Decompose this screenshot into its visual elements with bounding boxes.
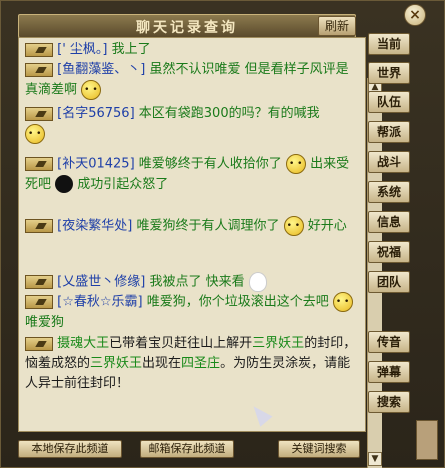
bird-emoji-icon — [55, 175, 74, 193]
decorative-seal — [416, 420, 438, 460]
tab-whisper[interactable]: 传音 — [368, 331, 410, 353]
tab-team[interactable]: 队伍 — [368, 91, 410, 113]
sender-name[interactable]: [' 尘枫。] — [57, 42, 107, 57]
bunny-emoji-icon — [248, 272, 267, 292]
system-message: 摄魂大王已带着宝贝赶往山上解开三界妖王的封印，恼羞成怒的三界妖王出现在四圣庄。为… — [25, 334, 361, 394]
window-title: 聊天记录查询 — [136, 20, 238, 36]
message-text: 我被点了 快来看 — [149, 274, 245, 290]
chat-message: [补天01425] 唯爱够终于有人收拾你了 出来受死吧 成功引起众怒了 — [25, 154, 361, 195]
save-local-button[interactable]: 本地保存此频道 — [18, 440, 122, 458]
message-text: 唯爱狗终于有人调理你了 — [136, 218, 280, 234]
sender-name[interactable]: [☆春秋☆乐霸] — [57, 295, 142, 310]
sender-name[interactable]: [乂盛世丶修缘] — [57, 275, 145, 290]
smiley-emoji-icon — [81, 80, 102, 100]
channel-icon[interactable] — [25, 219, 53, 233]
tab-system[interactable]: 系统 — [368, 181, 410, 203]
npc-name[interactable]: 摄魂大王 — [57, 336, 109, 351]
save-mail-button[interactable]: 邮箱保存此频道 — [140, 440, 234, 458]
chat-message: [' 尘枫。] 我上了 — [25, 40, 361, 60]
channel-icon[interactable] — [25, 42, 53, 57]
channel-icon[interactable] — [25, 295, 53, 309]
tab-group[interactable]: 团队 — [368, 271, 410, 293]
tab-info[interactable]: 信息 — [368, 211, 410, 233]
sender-name[interactable]: [夜染繁华处] — [57, 219, 132, 234]
sender-name[interactable]: [鱼翻藻鉴、丶] — [57, 62, 145, 77]
sender-name[interactable]: [名字56756] — [57, 106, 135, 121]
chat-message: [夜染繁华处] 唯爱狗终于有人调理你了 好开心 — [25, 216, 361, 237]
close-icon[interactable]: × — [404, 4, 426, 26]
message-text-cont: 好开心 — [307, 218, 347, 234]
message-text-cont: 唯爱狗 — [25, 314, 65, 330]
channel-icon[interactable] — [25, 275, 53, 289]
message-text: 我上了 — [111, 42, 151, 57]
tab-guild[interactable]: 帮派 — [368, 121, 410, 143]
message-text: 本区有袋跑300的吗？有的喊我 — [138, 106, 320, 121]
smiley-emoji-icon — [283, 216, 304, 236]
tab-current[interactable]: 当前 — [368, 33, 410, 55]
smiley-emoji-icon — [332, 292, 353, 312]
message-text: 唯爱狗，你个垃圾滚出这个去吧 — [146, 294, 329, 310]
system-text: 出现在 — [142, 356, 182, 371]
chat-log: [' 尘枫。] 我上了 [鱼翻藻鉴、丶] 虽然不认识唯爱 但是看样子风评是真滴差… — [18, 37, 382, 468]
channel-icon[interactable] — [25, 157, 53, 171]
smiley-emoji-icon — [285, 154, 306, 174]
message-text-cont: 成功引起众怒了 — [77, 176, 169, 192]
location-name[interactable]: 四圣庄 — [181, 356, 220, 371]
message-text: 唯爱够终于有人收拾你了 — [138, 156, 282, 172]
channel-icon[interactable] — [25, 336, 53, 351]
smiley-emoji-icon — [25, 124, 45, 144]
tab-world[interactable]: 世界 — [368, 62, 410, 84]
tab-blessing[interactable]: 祝福 — [368, 241, 410, 263]
chat-message: [名字56756] 本区有袋跑300的吗？有的喊我 — [25, 104, 361, 145]
chat-message: [乂盛世丶修缘] 我被点了 快来看 — [25, 272, 361, 293]
title-bar: 聊天记录查询 — [18, 14, 356, 38]
tab-danmaku[interactable]: 弹幕 — [368, 361, 410, 383]
keyword-search-button[interactable]: 关键词搜索 — [278, 440, 360, 458]
scroll-down-icon[interactable]: ▼ — [368, 452, 382, 466]
chat-message: [☆春秋☆乐霸] 唯爱狗，你个垃圾滚出这个去吧 唯爱狗 — [25, 292, 361, 333]
chat-message: [鱼翻藻鉴、丶] 虽然不认识唯爱 但是看样子风评是真滴差啊 — [25, 60, 361, 101]
boss-name[interactable]: 三界妖王 — [252, 336, 304, 351]
tab-battle[interactable]: 战斗 — [368, 151, 410, 173]
system-text: 已带着宝贝赶往山上解开 — [109, 336, 253, 351]
channel-icon[interactable] — [25, 106, 53, 121]
refresh-button[interactable]: 刷新 — [318, 16, 356, 36]
tab-search[interactable]: 搜索 — [368, 391, 410, 413]
channel-icon[interactable] — [25, 62, 53, 77]
sender-name[interactable]: [补天01425] — [57, 157, 135, 172]
boss-name[interactable]: 三界妖王 — [90, 356, 142, 371]
